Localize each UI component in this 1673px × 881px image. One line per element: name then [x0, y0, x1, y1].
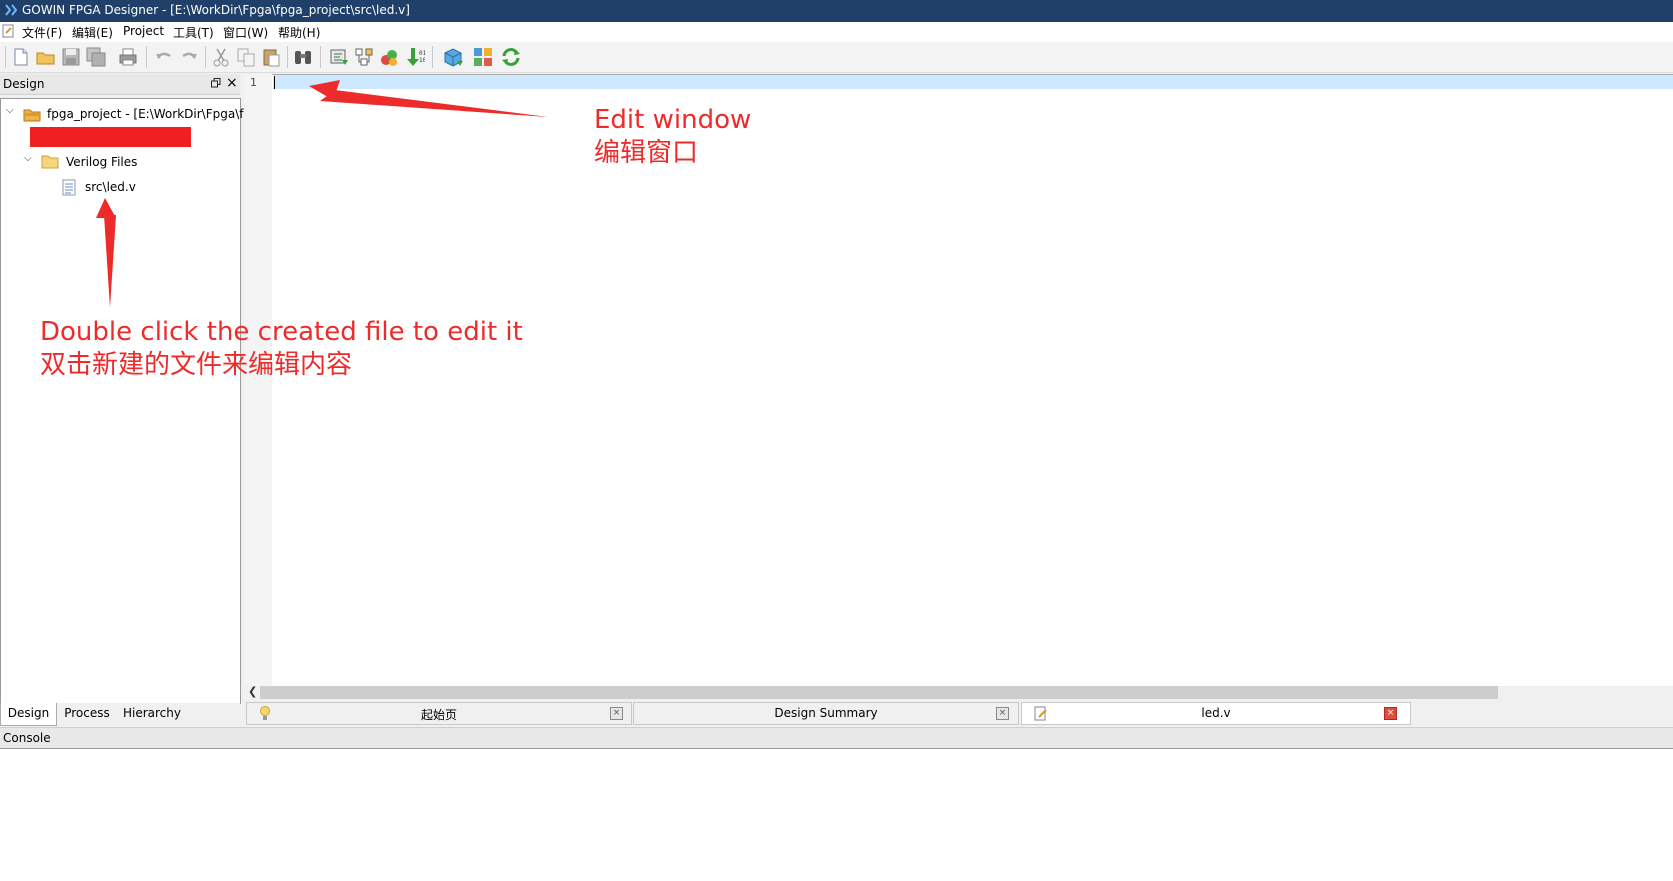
project-icon [23, 109, 41, 122]
design-tree: ⌵ fpga_project - [E:\WorkDir\Fpga\fpg...… [0, 98, 270, 704]
tab-label: Design Summary [774, 706, 878, 720]
document-icon [2, 24, 14, 38]
menu-bar: 文件(F) 编辑(E) Project 工具(T) 窗口(W) 帮助(H) [0, 22, 1673, 42]
tab-led-v[interactable]: led.v × [1021, 702, 1411, 725]
scroll-left-icon[interactable]: ❮ [248, 685, 257, 698]
console-output[interactable] [0, 748, 1673, 881]
left-panel-tabs: Design Process Hierarchy [0, 703, 240, 726]
annotation-text-zh: 双击新建的文件来编辑内容 [40, 349, 353, 380]
ip-core-icon[interactable] [442, 46, 464, 68]
redo-icon[interactable] [178, 46, 200, 68]
toolbar: 01 10 [0, 42, 1673, 73]
project-label: fpga_project - [E:\WorkDir\Fpga\fpg... [47, 107, 271, 121]
console-header: Console [0, 727, 1673, 748]
text-cursor [274, 76, 275, 89]
verilog-file-icon [62, 179, 76, 196]
chevron-down-icon[interactable]: ⌵ [6, 105, 14, 116]
annotation-text-zh: 编辑窗口 [594, 137, 699, 168]
toolbar-separator [5, 46, 6, 68]
tree-item-led-file[interactable]: src\led.v [1, 177, 239, 197]
tab-process[interactable]: Process [59, 703, 115, 725]
menu-tools[interactable]: 工具(T) [173, 24, 214, 41]
title-bar: GOWIN FPGA Designer - [E:\WorkDir\Fpga\f… [0, 0, 1673, 22]
undo-icon[interactable] [153, 46, 175, 68]
svg-text:01: 01 [419, 50, 425, 57]
toolbar-separator [146, 46, 147, 68]
menu-window[interactable]: 窗口(W) [223, 24, 268, 41]
design-panel-header: Design × [0, 74, 240, 95]
new-file-icon[interactable] [10, 46, 32, 68]
menu-file[interactable]: 文件(F) [22, 24, 62, 41]
close-panel-icon[interactable]: × [226, 75, 238, 91]
floorplan-icon[interactable] [353, 46, 375, 68]
float-panel-icon[interactable] [211, 78, 221, 88]
layout-icon[interactable] [472, 46, 494, 68]
folder-label: Verilog Files [66, 155, 138, 169]
annotation-text-en: Edit window [594, 105, 752, 135]
chevron-down-icon[interactable]: ⌵ [24, 153, 32, 164]
copy-icon[interactable] [235, 46, 257, 68]
annotation-double-click: Double click the created file to edit it… [40, 316, 523, 381]
tab-start-page[interactable]: 起始页 × [246, 702, 632, 725]
toolbar-separator [205, 46, 206, 68]
close-tab-icon[interactable]: × [996, 707, 1009, 720]
design-panel-title: Design [3, 77, 45, 91]
horizontal-scrollbar[interactable]: ❮ [244, 685, 1673, 700]
file-label: src\led.v [85, 180, 136, 194]
svg-text:10: 10 [419, 57, 425, 64]
menu-project[interactable]: Project [123, 24, 164, 38]
window-title: GOWIN FPGA Designer - [E:\WorkDir\Fpga\f… [22, 3, 410, 17]
annotation-edit-window: Edit window 编辑窗口 [594, 104, 751, 169]
line-number: 1 [250, 76, 257, 89]
redacted-block [30, 127, 191, 147]
find-icon[interactable] [292, 46, 314, 68]
program-device-icon[interactable]: 01 10 [403, 46, 427, 68]
print-icon[interactable] [117, 46, 139, 68]
toolbar-separator [287, 46, 288, 68]
tab-hierarchy[interactable]: Hierarchy [118, 703, 186, 725]
paste-icon[interactable] [260, 46, 282, 68]
tree-item-project[interactable]: ⌵ fpga_project - [E:\WorkDir\Fpga\fpg... [1, 104, 270, 124]
close-tab-icon[interactable]: × [610, 707, 623, 720]
tab-design[interactable]: Design [0, 703, 57, 726]
tab-label: led.v [1201, 706, 1231, 720]
scrollbar-thumb[interactable] [260, 686, 1498, 699]
synthesize-icon[interactable] [328, 46, 350, 68]
open-folder-icon[interactable] [35, 46, 57, 68]
refresh-icon[interactable] [500, 46, 522, 68]
toolbar-separator [432, 46, 433, 68]
tab-design-summary[interactable]: Design Summary × [633, 702, 1019, 725]
menu-edit[interactable]: 编辑(E) [72, 24, 113, 41]
console-title: Console [3, 731, 51, 745]
save-all-icon[interactable] [85, 46, 107, 68]
save-icon[interactable] [60, 46, 82, 68]
tab-label: 起始页 [420, 708, 457, 722]
gowin-logo-icon [5, 4, 18, 16]
tree-item-verilog-files[interactable]: ⌵ Verilog Files [1, 152, 239, 172]
current-line-highlight [273, 75, 1673, 89]
place-route-icon[interactable] [378, 46, 400, 68]
annotation-text-en: Double click the created file to edit it [40, 317, 523, 347]
folder-icon [41, 155, 59, 169]
toolbar-separator [320, 46, 321, 68]
cut-icon[interactable] [210, 46, 232, 68]
document-tabs: 起始页 × Design Summary × led.v × [244, 701, 1673, 725]
menu-help[interactable]: 帮助(H) [278, 24, 320, 41]
close-tab-icon[interactable]: × [1384, 707, 1397, 720]
